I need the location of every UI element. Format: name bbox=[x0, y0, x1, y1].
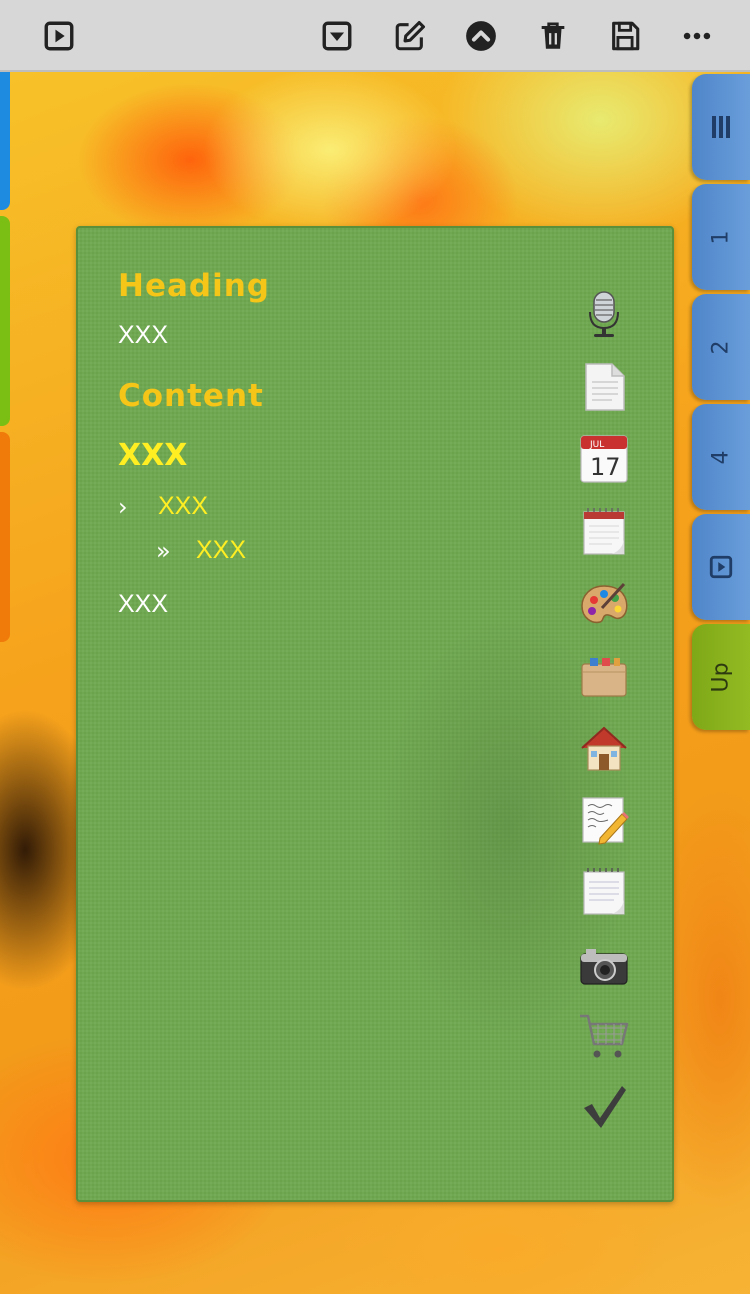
list-item: › XXX bbox=[118, 492, 208, 521]
list-item-text: XXX bbox=[196, 536, 247, 564]
write-note-icon bbox=[582, 797, 629, 845]
up-circle-icon bbox=[466, 21, 496, 51]
edit-icon bbox=[395, 20, 426, 51]
content-heading: XXX bbox=[118, 438, 188, 473]
footer-text: XXX bbox=[118, 590, 169, 618]
play-box-icon bbox=[709, 555, 733, 579]
tab-2[interactable]: 2 bbox=[692, 294, 750, 400]
camera-icon bbox=[580, 949, 628, 985]
tab-4-label: 4 bbox=[708, 450, 734, 464]
delete-icon bbox=[541, 22, 565, 49]
list-item-text: XXX bbox=[158, 492, 209, 520]
document-icon bbox=[585, 363, 625, 411]
more-icon bbox=[683, 32, 711, 40]
calendar-button[interactable]: JUL 17 bbox=[578, 432, 630, 484]
microphone-button[interactable] bbox=[578, 288, 630, 340]
calendar-day: 17 bbox=[590, 453, 621, 481]
up-circle-button[interactable] bbox=[459, 14, 503, 58]
palette-icon bbox=[581, 582, 628, 624]
tab-up[interactable]: Up bbox=[692, 624, 750, 730]
delete-button[interactable] bbox=[531, 14, 575, 58]
tab-menu[interactable]: ||| bbox=[692, 74, 750, 180]
calendar-month: JUL bbox=[589, 440, 604, 450]
palette-button[interactable] bbox=[578, 578, 630, 630]
camera-button[interactable] bbox=[578, 940, 630, 992]
chevron-right-icon: › bbox=[118, 492, 128, 521]
notepad-button[interactable] bbox=[578, 506, 630, 558]
save-icon bbox=[612, 21, 640, 51]
notepad-icon bbox=[583, 508, 625, 555]
calendar-icon: JUL 17 bbox=[580, 435, 628, 483]
dropdown-box-button[interactable] bbox=[315, 14, 359, 58]
play-box-button[interactable] bbox=[37, 14, 81, 58]
content-title: Content bbox=[118, 378, 264, 414]
folder-box-icon bbox=[581, 658, 627, 697]
checkmark-button[interactable] bbox=[578, 1080, 630, 1132]
home-icon bbox=[581, 726, 627, 771]
shopping-cart-icon bbox=[580, 1014, 629, 1058]
home-button[interactable] bbox=[578, 722, 630, 774]
microphone-icon bbox=[589, 291, 619, 337]
save-button[interactable] bbox=[603, 14, 647, 58]
edge-strip-orange bbox=[0, 432, 10, 642]
menu-bars-icon bbox=[712, 116, 730, 138]
tab-up-label: Up bbox=[708, 661, 734, 693]
more-button[interactable] bbox=[675, 14, 719, 58]
tab-play[interactable] bbox=[692, 514, 750, 620]
double-chevron-right-icon: » bbox=[156, 536, 171, 565]
checkmark-icon bbox=[584, 1086, 626, 1128]
memo-pad-button[interactable] bbox=[578, 866, 630, 918]
list-item: » XXX bbox=[156, 536, 246, 565]
heading-text: XXX bbox=[118, 321, 169, 349]
dropdown-box-icon bbox=[322, 21, 352, 51]
tab-2-label: 2 bbox=[708, 340, 734, 354]
tab-1-label: 1 bbox=[708, 230, 734, 244]
write-note-button[interactable] bbox=[578, 794, 630, 846]
edge-strip-green bbox=[0, 216, 10, 426]
edit-button[interactable] bbox=[388, 14, 432, 58]
heading-title: Heading bbox=[118, 268, 270, 304]
play-box-icon bbox=[44, 21, 74, 51]
shopping-cart-button[interactable] bbox=[578, 1010, 630, 1062]
note-panel: Heading XXX Content XXX › XXX » XXX XXX … bbox=[76, 226, 674, 1202]
tab-1[interactable]: 1 bbox=[692, 184, 750, 290]
document-button[interactable] bbox=[578, 360, 630, 412]
top-toolbar bbox=[0, 0, 750, 72]
folder-box-button[interactable] bbox=[578, 650, 630, 702]
memo-pad-icon bbox=[583, 868, 625, 915]
tab-4[interactable]: 4 bbox=[692, 404, 750, 510]
